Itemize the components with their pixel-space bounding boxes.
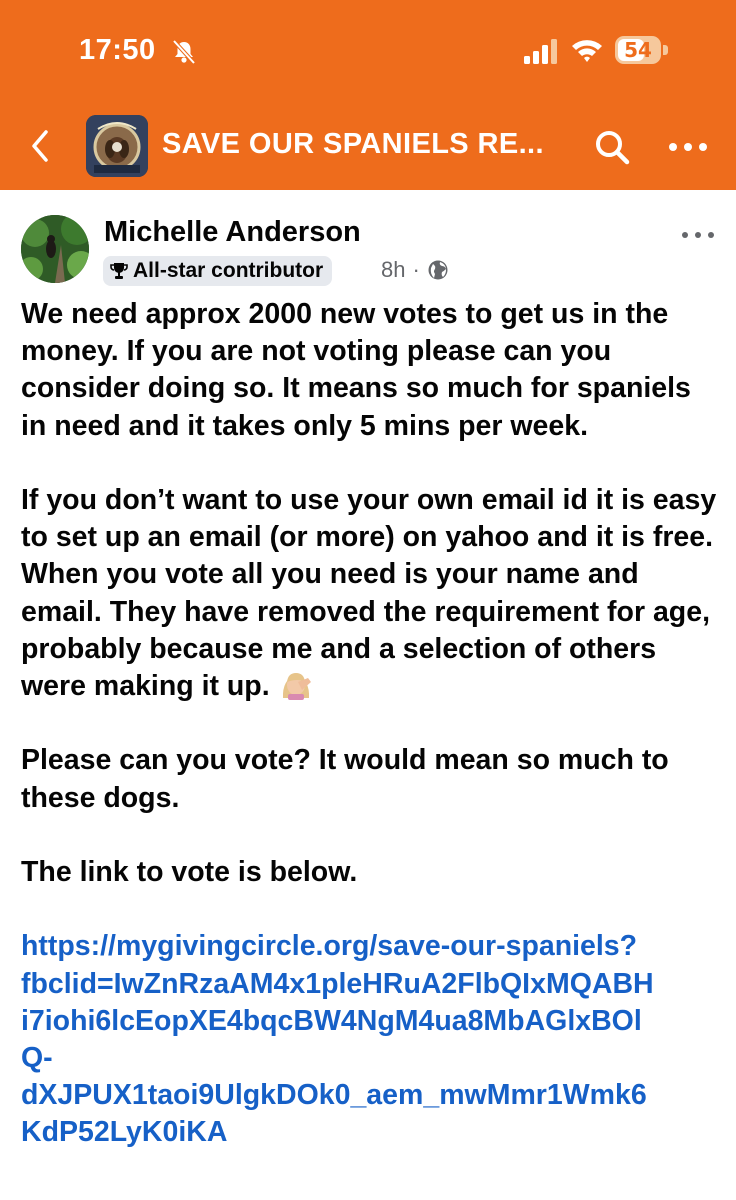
- contributor-badge[interactable]: All-star contributor: [103, 256, 333, 286]
- post-time[interactable]: 8h: [381, 257, 405, 283]
- post-options-icon[interactable]: [680, 229, 716, 241]
- avatar[interactable]: [21, 215, 89, 283]
- cellular-signal-icon: [524, 39, 557, 64]
- chevron-left-icon[interactable]: [26, 126, 56, 166]
- battery-percent: 54: [624, 38, 652, 62]
- top-bar: 17:50 54 SAVE OUR SPANIELS RE...: [0, 0, 736, 190]
- group-logo-image: [86, 115, 148, 177]
- post-paragraph-text: If you don’t want to use your own email …: [21, 484, 717, 703]
- author-name[interactable]: Michelle Anderson: [104, 216, 361, 249]
- wifi-icon: [572, 40, 602, 62]
- post-meta: 8h ·: [381, 257, 449, 283]
- group-thumbnail[interactable]: [86, 115, 148, 177]
- search-icon[interactable]: [592, 127, 632, 167]
- bell-slash-icon: [172, 39, 196, 65]
- vote-link[interactable]: https://mygivingcircle.org/save-our-span…: [21, 928, 721, 1151]
- badge-label: All-star contributor: [133, 259, 324, 282]
- more-dots-icon[interactable]: [666, 138, 710, 156]
- battery-cap: [663, 45, 668, 55]
- globe-icon: [428, 260, 448, 280]
- battery-icon: 54: [615, 36, 661, 64]
- face-palm-emoji: [282, 673, 311, 701]
- group-title[interactable]: SAVE OUR SPANIELS RE...: [162, 128, 544, 161]
- avatar-image: [21, 215, 89, 283]
- post-paragraph: If you don’t want to use your own email …: [21, 482, 721, 705]
- post-paragraph: Please can you vote? It would mean so mu…: [21, 744, 669, 814]
- meta-separator: ·: [412, 257, 420, 282]
- post-paragraph: We need approx 2000 new votes to get us …: [21, 298, 691, 442]
- post-body: We need approx 2000 new votes to get us …: [21, 296, 721, 1152]
- post-paragraph: The link to vote is below.: [21, 856, 358, 888]
- trophy-icon: [110, 263, 128, 279]
- status-time: 17:50: [79, 34, 156, 66]
